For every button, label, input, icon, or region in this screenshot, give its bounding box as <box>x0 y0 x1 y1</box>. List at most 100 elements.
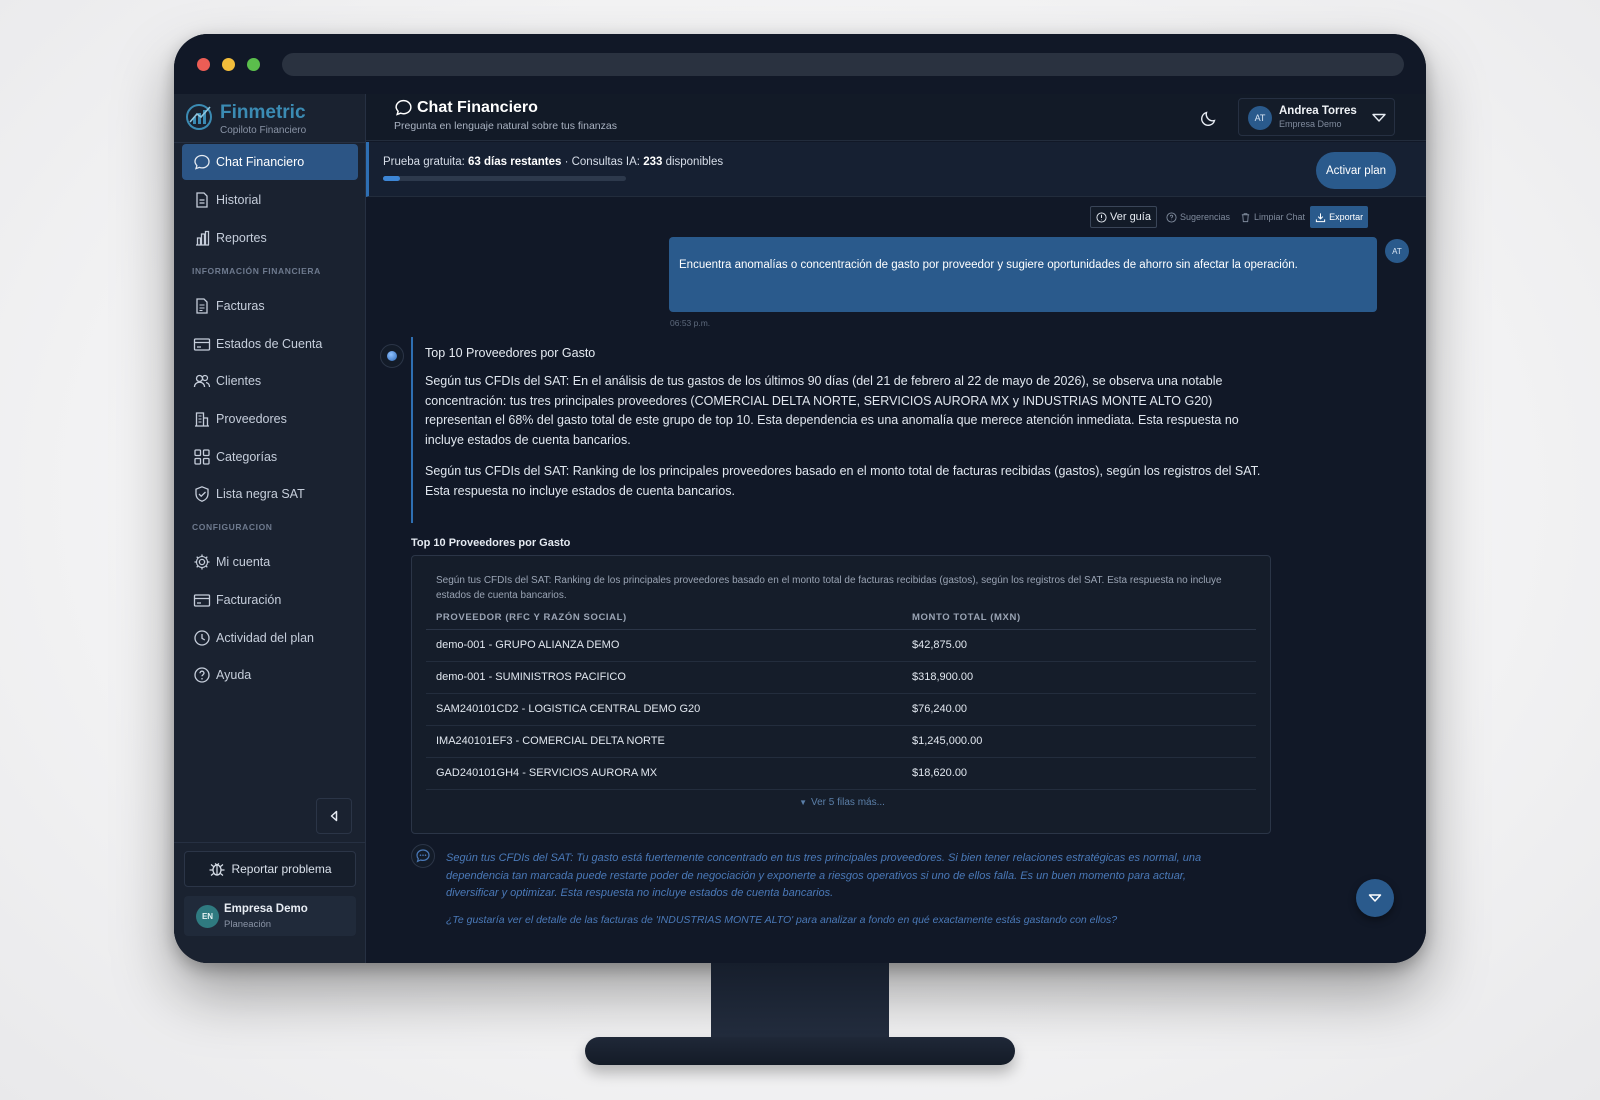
table-cell-supplier: demo-001 - SUMINISTROS PACIFICO <box>436 671 626 683</box>
guide-button[interactable]: Ver guía <box>1090 206 1157 228</box>
sidebar-item-actividad-del-plan[interactable]: Actividad del plan <box>182 620 358 656</box>
sidebar-item-estados-de-cuenta[interactable]: Estados de Cuenta <box>182 326 358 362</box>
sidebar-item-label: Clientes <box>216 374 262 388</box>
page-subtitle: Pregunta en lenguaje natural sobre tus f… <box>394 120 617 132</box>
trial-banner: Prueba gratuita: 63 días restantes · Con… <box>366 142 1426 197</box>
suggestions-button[interactable]: Sugerencias <box>1161 206 1235 228</box>
bug-icon <box>209 863 225 876</box>
export-label: Exportar <box>1329 212 1364 222</box>
invoice-icon <box>196 298 208 314</box>
message-timestamp: 06:53 p.m. <box>670 318 711 328</box>
show-more-rows-link[interactable]: ▼ Ver 5 filas más... <box>412 797 1272 808</box>
table-cell-amount: $42,875.00 <box>912 639 968 651</box>
company-avatar: EN <box>196 905 219 928</box>
gear-icon <box>194 554 210 570</box>
table-row: SAM240101CD2 - LOGISTICA CENTRAL DEMO G2… <box>426 694 1256 726</box>
user-company: Empresa Demo <box>1279 119 1342 129</box>
clear-chat-label: Limpiar Chat <box>1254 212 1306 222</box>
monitor-frame: Finmetric Copiloto Financiero Chat Finan… <box>174 34 1426 963</box>
user-message: Encuentra anomalías o concentración de g… <box>669 237 1377 312</box>
info-icon <box>1096 211 1107 223</box>
sidebar-item-historial[interactable]: Historial <box>182 182 358 218</box>
sidebar-item-lista-negra-sat[interactable]: Lista negra SAT <box>182 476 358 512</box>
section-label-informacion-financiera: INFORMACIÓN FINANCIERA <box>192 266 321 276</box>
guide-label: Ver guía <box>1110 211 1151 223</box>
table-cell-supplier: demo-001 - GRUPO ALIANZA DEMO <box>436 639 620 651</box>
address-bar[interactable] <box>282 53 1404 76</box>
table-header-amount: MONTO TOTAL (MXN) <box>912 612 1021 623</box>
user-menu[interactable]: AT Andrea Torres Empresa Demo <box>1238 98 1395 136</box>
monitor-stand-base <box>585 1037 1015 1065</box>
report-problem-button[interactable]: Reportar problema <box>184 851 356 887</box>
sidebar: Finmetric Copiloto Financiero Chat Finan… <box>174 94 366 963</box>
table-cell-amount: $18,620.00 <box>912 767 968 779</box>
sidebar-item-label: Reportes <box>216 231 267 245</box>
trial-suffix: disponibles <box>662 156 724 168</box>
moon-icon[interactable] <box>1199 108 1219 128</box>
company-name: Empresa Demo <box>224 903 308 915</box>
app: Finmetric Copiloto Financiero Chat Finan… <box>174 94 1426 963</box>
follow-up-question[interactable]: ¿Te gustaría ver el detalle de las factu… <box>446 914 1246 926</box>
card-icon <box>193 594 211 607</box>
assistant-paragraph: Según tus CFDIs del SAT: Ranking de los … <box>425 464 1261 498</box>
sidebar-item-label: Actividad del plan <box>216 631 314 645</box>
sidebar-item-label: Proveedores <box>216 412 287 426</box>
assistant-orb-icon <box>387 351 397 361</box>
avatar: AT <box>1385 239 1409 263</box>
divider <box>174 142 366 143</box>
brand-name: Finmetric <box>220 102 306 123</box>
sidebar-item-reportes[interactable]: Reportes <box>182 220 358 256</box>
table-cell-supplier: GAD240101GH4 - SERVICIOS AURORA MX <box>436 767 658 779</box>
chat-icon <box>395 99 412 116</box>
building-icon <box>195 412 209 427</box>
maximize-window-button[interactable] <box>247 58 260 71</box>
company-plan: Planeación <box>224 919 272 930</box>
insight-icon <box>411 844 435 868</box>
finmetric-logo-icon <box>186 104 212 130</box>
sidebar-item-chat-financiero[interactable]: Chat Financiero <box>182 144 358 180</box>
trial-days: 63 días restantes <box>468 156 562 168</box>
sidebar-item-proveedores[interactable]: Proveedores <box>182 401 358 437</box>
trial-queries: 233 <box>643 156 663 168</box>
sidebar-item-facturas[interactable]: Facturas <box>182 288 358 324</box>
minimize-window-button[interactable] <box>222 58 235 71</box>
trial-middle: · Consultas IA: <box>561 156 644 168</box>
sidebar-item-label: Historial <box>216 193 262 207</box>
page-title: Chat Financiero <box>394 98 538 117</box>
help-icon <box>1166 211 1177 223</box>
sidebar-item-label: Estados de Cuenta <box>216 337 323 351</box>
insight-text: Según tus CFDIs del SAT: Tu gasto está f… <box>446 852 1202 899</box>
sidebar-item-label: Facturas <box>216 299 265 313</box>
assistant-paragraph: Según tus CFDIs del SAT: En el análisis … <box>425 374 1239 447</box>
shield-icon <box>195 486 209 502</box>
page-title-text: Chat Financiero <box>417 98 538 116</box>
table-cell-supplier: SAM240101CD2 - LOGISTICA CENTRAL DEMO G2… <box>436 703 701 715</box>
assistant-message: Top 10 Proveedores por Gasto Según tus C… <box>411 337 1271 523</box>
sidebar-item-mi-cuenta[interactable]: Mi cuenta <box>182 544 358 580</box>
users-icon <box>193 374 211 388</box>
sidebar-item-facturacion[interactable]: Facturación <box>182 582 358 618</box>
monitor-stand-neck <box>711 963 889 1041</box>
trial-progress-bar <box>383 176 626 181</box>
sidebar-item-ayuda[interactable]: Ayuda <box>182 657 358 693</box>
chat-toolbar: Ver guía Sugerencias Limpiar Chat Export… <box>1090 206 1369 228</box>
sidebar-item-label: Mi cuenta <box>216 555 271 569</box>
export-button[interactable]: Exportar <box>1310 206 1369 228</box>
user-name: Andrea Torres <box>1279 105 1357 117</box>
scroll-to-bottom-button[interactable] <box>1356 879 1394 917</box>
avatar: AT <box>1248 106 1272 130</box>
show-more-label: Ver 5 filas más... <box>811 797 885 808</box>
company-switcher[interactable]: EN Empresa Demo Planeación <box>184 896 356 936</box>
sidebar-item-clientes[interactable]: Clientes <box>182 363 358 399</box>
activate-plan-button[interactable]: Activar plan <box>1316 152 1396 189</box>
trash-icon <box>1241 212 1250 222</box>
collapse-sidebar-button[interactable] <box>316 798 352 834</box>
sidebar-item-categorias[interactable]: Categorías <box>182 439 358 475</box>
clear-chat-button[interactable]: Limpiar Chat <box>1235 206 1310 228</box>
table-header-supplier: PROVEEDOR (RFC Y RAZÓN SOCIAL) <box>436 612 627 623</box>
close-window-button[interactable] <box>197 58 210 71</box>
chevron-down-icon <box>1368 894 1382 902</box>
table-cell-amount: $1,245,000.00 <box>912 735 983 747</box>
card-icon <box>193 338 211 351</box>
window-titlebar <box>174 34 1426 94</box>
